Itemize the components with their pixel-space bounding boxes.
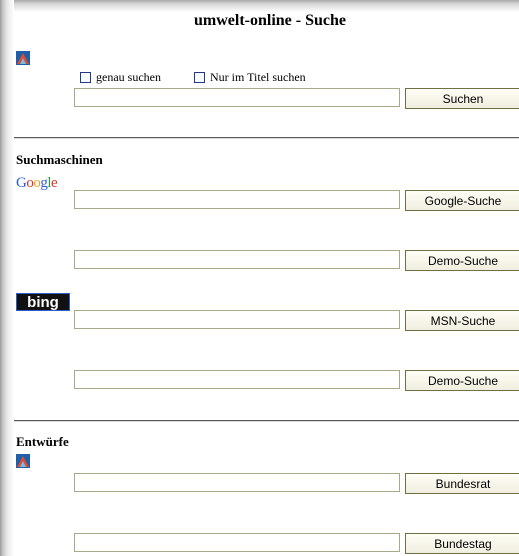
site-logo-icon [16,51,30,70]
google-demo-button[interactable]: Demo-Suche [405,250,519,271]
window-shadow-left [0,0,14,556]
search-engines-heading: Suchmaschinen [16,152,103,167]
option-exact-search[interactable]: genau suchen [80,70,161,85]
option-title-only[interactable]: Nur im Titel suchen [194,70,306,85]
divider [14,137,519,139]
window-shadow-top [0,0,519,12]
divider [14,420,519,422]
title-only-label: Nur im Titel suchen [210,70,306,84]
drafts-heading: Entwürfe [16,434,69,449]
msn-demo-button[interactable]: Demo-Suche [405,370,519,391]
exact-search-checkbox[interactable] [80,72,91,83]
google-search-button[interactable]: Google-Suche [405,190,519,211]
google-logo: Google [16,175,58,191]
msn-search-input[interactable] [74,310,400,329]
page-title: umwelt-online - Suche [194,12,346,29]
search-button[interactable]: Suchen [405,88,519,109]
site-logo-icon [16,454,30,473]
bing-logo: bing [16,293,70,311]
bundestag-input[interactable] [74,533,400,552]
search-input[interactable] [74,88,400,107]
msn-demo-input[interactable] [74,370,400,389]
title-only-checkbox[interactable] [194,72,205,83]
page: umwelt-online - Suche genau suchen Nur i… [0,0,519,556]
bundesrat-button[interactable]: Bundesrat [405,473,519,494]
msn-search-button[interactable]: MSN-Suche [405,310,519,331]
google-demo-input[interactable] [74,250,400,269]
bundestag-button[interactable]: Bundestag [405,533,519,554]
exact-search-label: genau suchen [96,70,161,84]
bundesrat-input[interactable] [74,473,400,492]
google-search-input[interactable] [74,190,400,209]
